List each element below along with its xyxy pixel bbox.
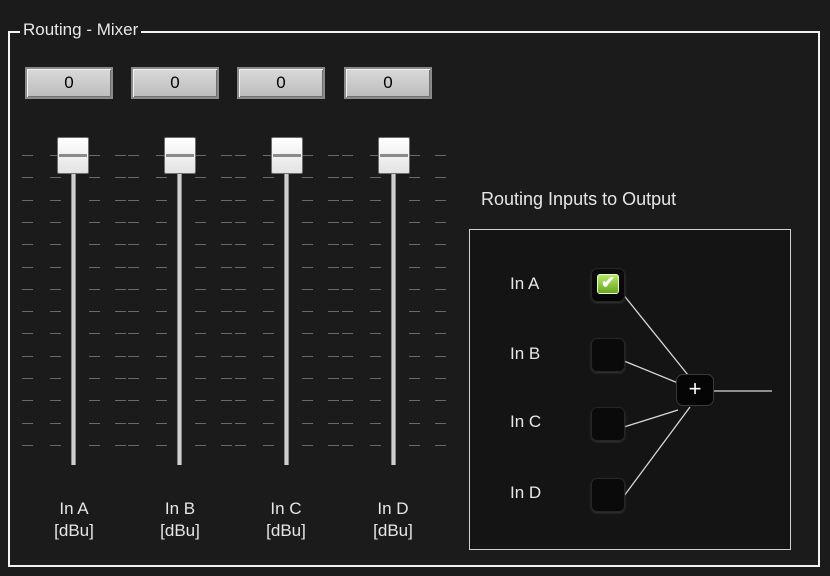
route-checkbox-in-d[interactable] [591,478,625,512]
route-label-in-d: In D [510,483,542,502]
route-checkbox-in-b[interactable] [591,338,625,372]
route-checkbox-in-c[interactable] [591,407,625,441]
route-checkbox-in-a[interactable]: ✔ [591,268,625,302]
route-label-in-a: In A [510,274,540,293]
routing-mixer-window: Routing - Mixer 0 0 0 0 In A [dBu] In B … [0,0,830,576]
sum-node-icon: + [676,374,714,406]
routing-connection-lines [621,292,772,497]
checkmark-icon: ✔ [597,273,619,294]
route-label-in-c: In C [510,412,542,431]
route-label-in-b: In B [510,344,541,363]
